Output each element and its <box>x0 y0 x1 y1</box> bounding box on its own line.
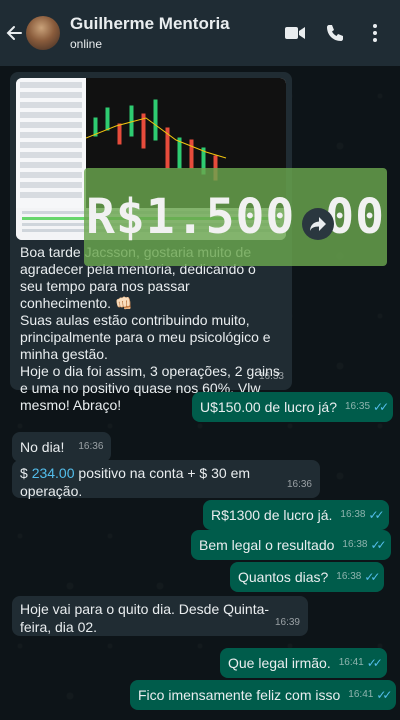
amount-overlay: R$1.500.00 <box>84 168 387 266</box>
message-text: $ 234.00 positivo na conta + $ 30 em ope… <box>20 465 250 499</box>
read-ticks-icon: ✓✓ <box>368 508 384 522</box>
message-text: Que legal irmão. <box>228 655 331 671</box>
message-time: 16:35 <box>345 401 371 412</box>
message-bubble[interactable]: Fico imensamente feliz com isso 16:41 ✓✓ <box>130 680 397 710</box>
message-bubble[interactable]: Hoje vai para o quito dia. Desde Quinta-… <box>12 596 308 636</box>
screenshot-sidebar <box>16 78 87 208</box>
message-bubble[interactable]: No dia! 16:36 <box>12 432 112 462</box>
read-ticks-icon: ✓✓ <box>364 570 380 584</box>
message-time: 16:38 <box>340 509 366 520</box>
message-text: U$150.00 de lucro já? <box>200 399 337 415</box>
message-bubble[interactable]: Bem legal o resultado 16:38 ✓✓ <box>191 530 391 560</box>
message-text: Fico imensamente feliz com isso <box>138 687 341 703</box>
forward-icon[interactable] <box>302 208 334 240</box>
message-bubble[interactable]: Quantos dias? 16:38 ✓✓ <box>230 562 385 592</box>
read-ticks-icon: ✓✓ <box>376 688 392 702</box>
phone-icon[interactable] <box>324 22 346 44</box>
message-time: 16:36 <box>78 441 104 452</box>
message-time: 16:36 <box>286 479 312 490</box>
message-text: Hoje vai para o quito dia. Desde Quinta-… <box>20 601 270 635</box>
message-text-prefix: $ <box>20 465 32 481</box>
read-ticks-icon: ✓✓ <box>373 400 389 414</box>
message-text: Quantos dias? <box>238 569 329 585</box>
message-time: 16:33 <box>258 371 284 382</box>
message-bubble[interactable]: $ 234.00 positivo na conta + $ 30 em ope… <box>12 460 320 499</box>
contact-info[interactable]: Guilherme Mentoria online <box>70 14 284 52</box>
arrow-left-icon[interactable] <box>4 21 24 45</box>
message-text: No dia! <box>20 439 65 455</box>
read-ticks-icon: ✓✓ <box>366 656 383 670</box>
message-text: Bem legal o resultado <box>199 537 335 553</box>
message-text: R$1300 de lucro já. <box>211 507 333 523</box>
message-time: 16:41 <box>338 657 364 668</box>
message-bubble[interactable]: Que legal irmão. 16:41 ✓✓ <box>220 648 387 678</box>
message-time: 16:41 <box>348 689 374 700</box>
image-caption: Boa tarde Jacsson, gostaria muito de agr… <box>16 240 286 414</box>
message-bubble[interactable]: R$1300 de lucro já. 16:38 ✓✓ <box>203 500 389 530</box>
message-bubble[interactable]: U$150.00 de lucro já? 16:35 ✓✓ <box>192 392 394 422</box>
contact-name: Guilherme Mentoria <box>70 14 230 33</box>
chat-area[interactable]: Boa tarde Jacsson, gostaria muito de agr… <box>0 66 400 720</box>
avatar[interactable] <box>26 16 60 50</box>
header-actions <box>284 22 386 44</box>
message-time: 16:39 <box>274 617 300 628</box>
video-call-icon[interactable] <box>284 22 306 44</box>
message-time: 16:38 <box>336 571 362 582</box>
message-number[interactable]: 234.00 <box>32 465 75 481</box>
message-time: 16:38 <box>342 539 368 550</box>
read-ticks-icon: ✓✓ <box>370 538 386 552</box>
chat-header: Guilherme Mentoria online <box>0 0 400 66</box>
more-vertical-icon[interactable] <box>364 22 386 44</box>
contact-status: online <box>70 37 103 51</box>
caption-line: Suas aulas estão contribuindo muito, pri… <box>20 312 271 362</box>
